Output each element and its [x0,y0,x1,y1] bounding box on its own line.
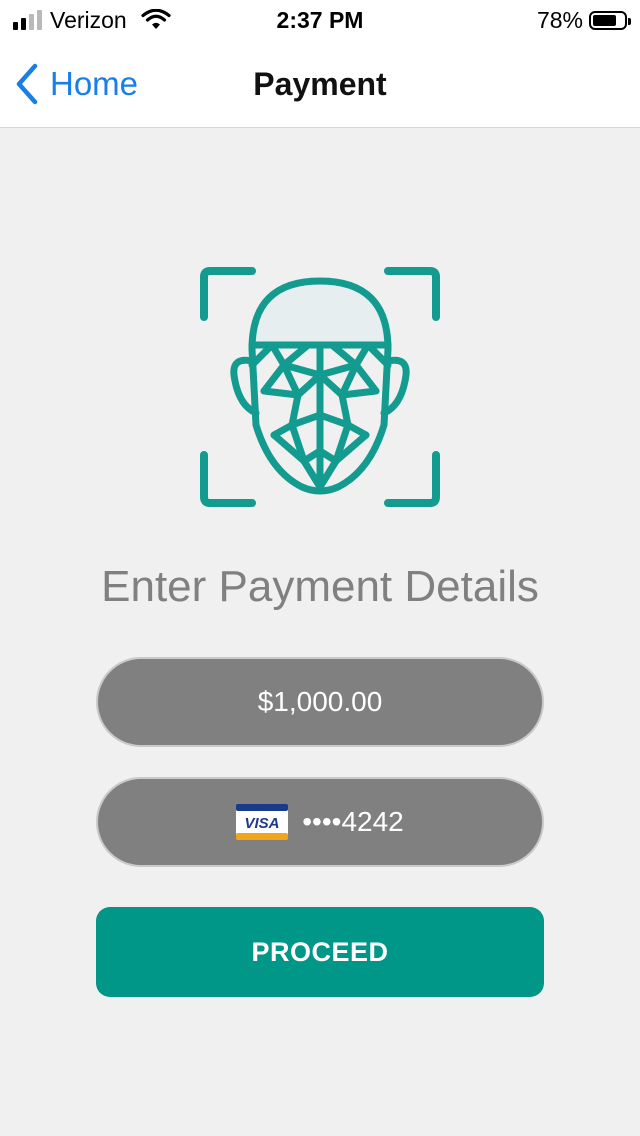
visa-brand-text: VISA [245,815,280,832]
status-right: 78% [536,7,631,33]
face-id-icon [200,267,440,507]
payment-screen: Verizon 2:37 PM 78% Home Payment Enter P… [0,0,640,1136]
visa-card-icon: VISA [236,804,289,840]
battery-fill [593,14,617,26]
card-masked-number: ••••4242 [302,806,404,837]
proceed-button[interactable]: PROCEED [96,907,544,997]
battery-cap [628,17,631,25]
section-heading: Enter Payment Details [101,562,539,611]
proceed-button-label: PROCEED [251,936,389,967]
amount-value: $1,000.00 [257,686,383,717]
page-title: Payment [253,66,387,102]
battery-icon [589,10,631,30]
card-selector[interactable]: VISA ••••4242 [96,777,544,867]
amount-field[interactable]: $1,000.00 [96,657,544,747]
status-bar: Verizon 2:37 PM 78% [0,0,640,40]
battery-percent: 78% [536,7,583,33]
navigation-bar: Home Payment [0,40,640,128]
